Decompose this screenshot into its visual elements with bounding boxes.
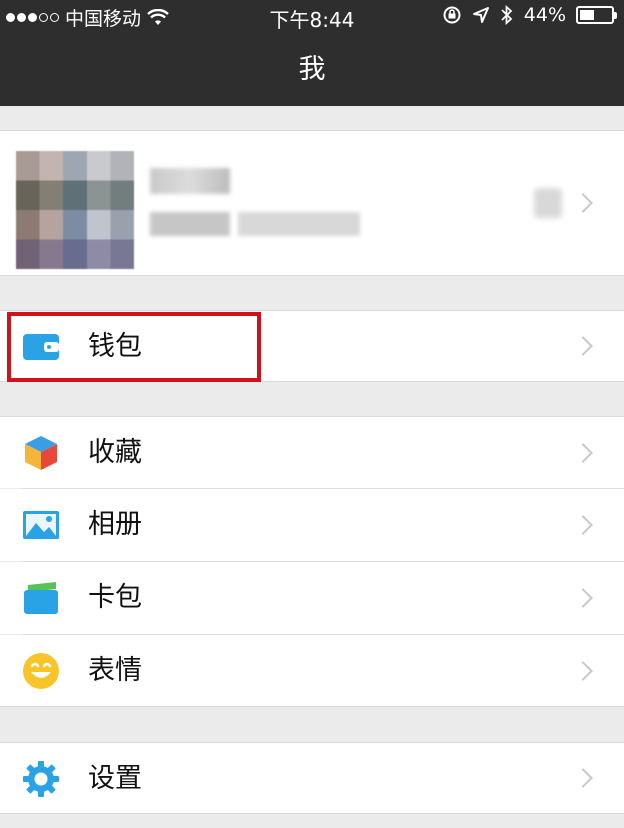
profile-card[interactable] (0, 130, 624, 276)
battery-percent: 44% (523, 4, 566, 26)
battery-icon (576, 6, 617, 24)
menu-item-favorites[interactable]: 收藏 (0, 416, 624, 488)
menu-item-label: 相册 (88, 509, 142, 540)
smiley-icon (23, 653, 59, 689)
cube-icon (25, 436, 57, 470)
highlight-box (7, 312, 261, 382)
menu-item-label: 设置 (88, 763, 142, 794)
image-icon (23, 511, 59, 539)
menu-item-stickers[interactable]: 表情 (0, 635, 624, 707)
menu-item-label: 卡包 (88, 582, 142, 613)
bluetooth-icon (501, 5, 513, 25)
avatar[interactable] (16, 151, 134, 269)
profile-id-blurred (150, 212, 360, 236)
profile-name-blurred (150, 168, 230, 194)
nav-bar: 我 (0, 34, 624, 106)
chevron-right-icon (573, 660, 593, 681)
rotation-lock-icon (443, 6, 461, 24)
status-bar: 中国移动 下午8:44 44% (0, 0, 624, 34)
menu-item-label: 表情 (88, 655, 142, 686)
location-icon (472, 7, 489, 23)
chevron-right-icon (573, 588, 593, 608)
gear-icon (23, 761, 59, 797)
menu-item-album[interactable]: 相册 (0, 489, 624, 561)
menu-item-cards[interactable]: 卡包 (0, 562, 624, 634)
card-icon (24, 582, 58, 614)
chevron-right-icon (573, 515, 593, 535)
chevron-right-icon (573, 442, 593, 463)
chevron-right-icon (573, 768, 593, 788)
qr-code-icon[interactable] (534, 188, 562, 218)
chevron-right-icon (573, 193, 593, 213)
menu-item-label: 收藏 (88, 437, 142, 468)
menu-item-settings[interactable]: 设置 (0, 742, 624, 814)
page-title: 我 (298, 54, 326, 85)
chevron-right-icon (573, 336, 593, 356)
